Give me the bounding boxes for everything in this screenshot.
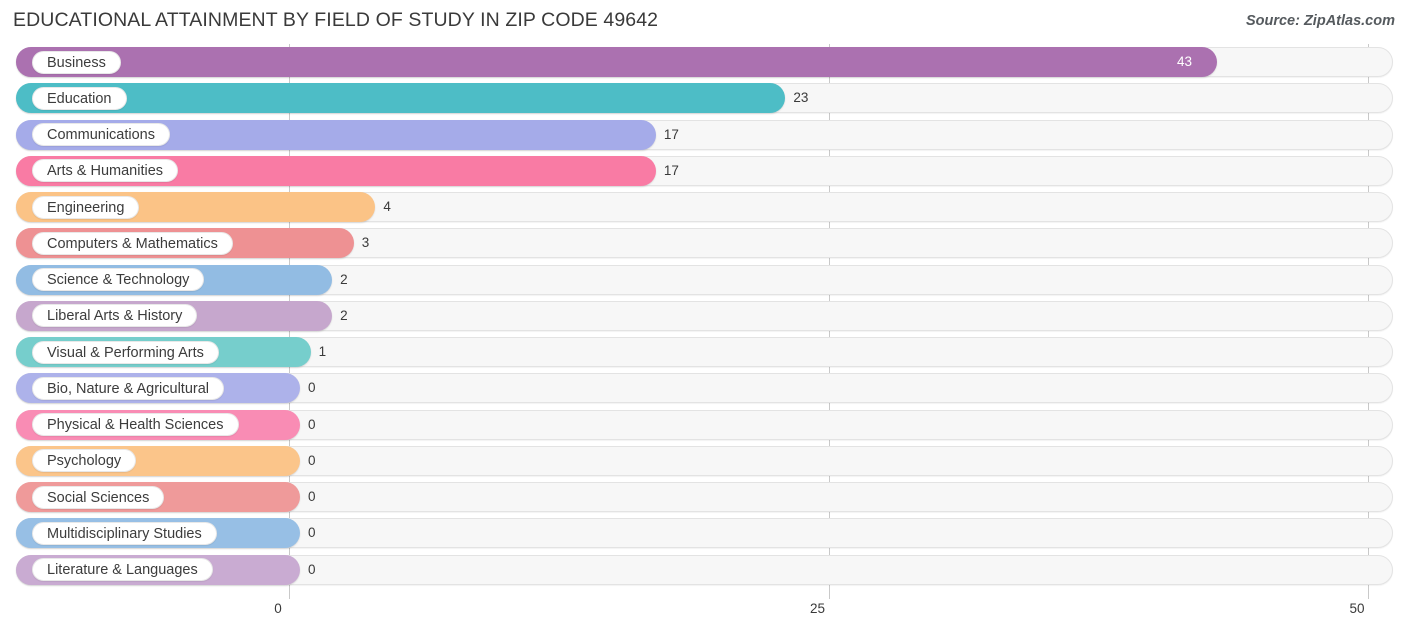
bar[interactable]	[16, 47, 1217, 77]
bar-value-label: 3	[361, 235, 370, 251]
bar-row[interactable]: Physical & Health Sciences 0	[0, 407, 1406, 443]
bar-category-label: Psychology	[32, 449, 137, 473]
bar-value-label: 0	[308, 380, 316, 396]
bar-category-label: Computers & Mathematics	[32, 231, 233, 255]
bar-value-label: 1	[318, 344, 327, 360]
bar-value-label: 0	[308, 561, 316, 577]
x-axis: 0 25 50	[0, 599, 1406, 631]
chart-header: EDUCATIONAL ATTAINMENT BY FIELD OF STUDY…	[0, 0, 1406, 44]
bar-category-label: Physical & Health Sciences	[32, 413, 239, 437]
bar-value-label: 23	[793, 90, 809, 106]
bar-row[interactable]: Science & Technology 2	[0, 262, 1406, 298]
bar-value-label: 0	[308, 452, 316, 468]
bar-row[interactable]: Bio, Nature & Agricultural 0	[0, 370, 1406, 406]
bar-value-label: 2	[340, 271, 348, 287]
bar-value-label: 17	[663, 162, 679, 178]
bar-value-label: 0	[308, 525, 316, 541]
page-title: EDUCATIONAL ATTAINMENT BY FIELD OF STUDY…	[13, 9, 659, 31]
bar-row[interactable]: Arts & Humanities 17	[0, 153, 1406, 189]
bar-category-label: Liberal Arts & History	[32, 304, 198, 328]
bar-category-label: Engineering	[32, 195, 140, 219]
bar-category-label: Arts & Humanities	[32, 159, 179, 183]
bar-value-label: 0	[308, 489, 316, 505]
bar-value-label: 2	[340, 307, 348, 323]
bar-row[interactable]: Communications 17	[0, 117, 1406, 153]
bar-value-label: 0	[308, 416, 316, 432]
bar-row[interactable]: Engineering 4	[0, 189, 1406, 225]
bar-category-label: Communications	[32, 123, 170, 147]
bar-value-label: 17	[663, 126, 679, 142]
bar-category-label: Social Sciences	[32, 485, 165, 509]
bar-row[interactable]: Visual & Performing Arts 1	[0, 334, 1406, 370]
bar-category-label: Science & Technology	[32, 268, 205, 292]
plot-area: Business 43 Education 23 Communications 17 Art…	[0, 44, 1406, 599]
bar-category-label: Business	[32, 50, 121, 74]
bar-row[interactable]: Liberal Arts & History 2	[0, 298, 1406, 334]
bar-row[interactable]: Computers & Mathematics 3	[0, 225, 1406, 261]
source-attribution: Source: ZipAtlas.com	[1245, 13, 1395, 29]
bar-value-label: 43	[1176, 54, 1192, 69]
bar-row[interactable]: Literature & Languages 0	[0, 552, 1406, 588]
bar-category-label: Literature & Languages	[32, 558, 213, 582]
bar-value-label: 4	[383, 199, 391, 215]
bar-row[interactable]: Social Sciences 0	[0, 479, 1406, 515]
bar-row[interactable]: Education 23	[0, 80, 1406, 116]
axis-tick-label: 0	[274, 601, 282, 616]
bar-row[interactable]: Business 43	[0, 44, 1406, 80]
bar-category-label: Bio, Nature & Agricultural	[32, 376, 224, 400]
axis-tick-label: 25	[809, 601, 826, 616]
bar-category-label: Education	[32, 86, 127, 110]
bar-rows: Business 43 Education 23 Communications 17 Art…	[0, 44, 1406, 588]
bar-row[interactable]: Multidisciplinary Studies 0	[0, 515, 1406, 551]
bar[interactable]	[16, 83, 786, 114]
bar-category-label: Multidisciplinary Studies	[32, 521, 217, 545]
bar-category-label: Visual & Performing Arts	[32, 340, 219, 364]
axis-tick-label: 50	[1349, 601, 1365, 616]
bar-row[interactable]: Psychology 0	[0, 443, 1406, 479]
